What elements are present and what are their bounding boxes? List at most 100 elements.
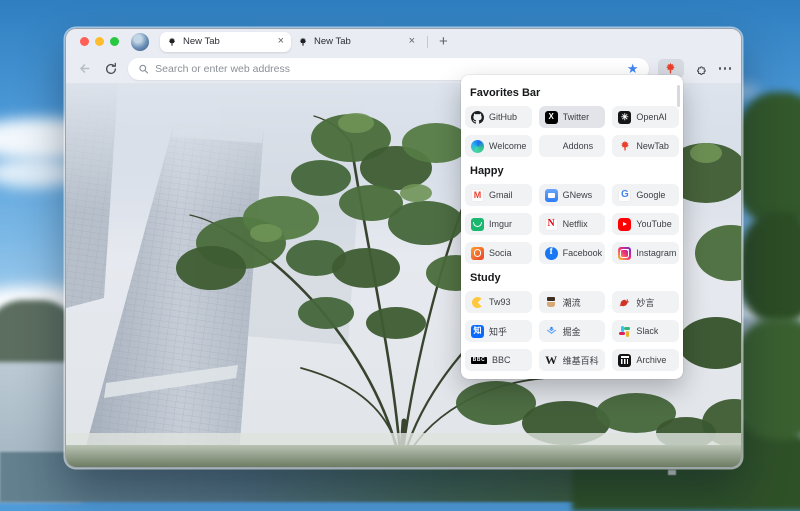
favorite-youtube[interactable]: YouTube (612, 213, 679, 235)
favorite-label: Twitter (563, 112, 590, 122)
favorite-tw93[interactable]: Tw93 (465, 291, 532, 313)
tree-foliage (738, 212, 800, 324)
favorite-juejin[interactable]: 掘金 (539, 320, 606, 342)
section-favorites-bar: Favorites Bar GitHub X Twitter ✳ OpenAI (465, 87, 679, 157)
ground-strip (66, 445, 741, 468)
favorite-imgur[interactable]: Imgur (465, 213, 532, 235)
favorite-label: 潮流 (563, 296, 581, 309)
section-title: Study (470, 272, 679, 284)
new-tab-button[interactable]: + (435, 34, 452, 49)
profile-avatar[interactable] (131, 33, 149, 51)
favorite-label: Google (636, 190, 665, 200)
favorite-slack[interactable]: Slack (612, 320, 679, 342)
tab-title: New Tab (314, 36, 405, 47)
extensions-puzzle-icon[interactable] (693, 60, 710, 77)
favorite-socia[interactable]: Socia (465, 242, 532, 264)
favorite-gnews[interactable]: GNews (539, 184, 606, 206)
favorite-twitter[interactable]: X Twitter (539, 106, 606, 128)
favorites-grid: Tw93 潮流 妙言 知 知乎 (465, 291, 679, 371)
favorites-grid: M Gmail GNews G Google Imgur N Netfl (465, 184, 679, 264)
google-news-icon (545, 189, 558, 202)
favorite-label: OpenAI (636, 112, 667, 122)
zhihu-icon: 知 (471, 325, 484, 338)
favorite-label: Tw93 (489, 297, 511, 307)
refresh-icon[interactable] (102, 60, 119, 77)
section-title: Favorites Bar (470, 87, 679, 99)
favorite-label: Imgur (489, 219, 512, 229)
google-g-icon: G (618, 189, 631, 202)
favorite-openai[interactable]: ✳ OpenAI (612, 106, 679, 128)
favorite-label: YouTube (636, 219, 671, 229)
tab-new-tab-inactive[interactable]: New Tab × (291, 32, 422, 52)
house (668, 470, 676, 475)
favorite-welcome[interactable]: Welcome (465, 135, 532, 157)
favorite-facebook[interactable]: f Facebook (539, 242, 606, 264)
favorite-archive[interactable]: Archive (612, 349, 679, 371)
favorite-zhihu[interactable]: 知 知乎 (465, 320, 532, 342)
favorite-addons[interactable]: Addons (539, 135, 606, 157)
wikipedia-w-icon: W (545, 354, 558, 367)
favorite-miaoyan[interactable]: 妙言 (612, 291, 679, 313)
tab-bar: New Tab × New Tab × + (66, 29, 741, 54)
tab-close-icon[interactable]: × (278, 36, 284, 47)
favorite-label: 知乎 (489, 325, 507, 338)
github-icon (471, 111, 484, 124)
panel-scrollbar[interactable] (677, 85, 680, 107)
instagram-icon (618, 247, 631, 260)
tree-foliage (732, 92, 800, 227)
facebook-icon: f (545, 247, 558, 260)
favorite-label: BBC (492, 355, 511, 365)
favorites-panel: Favorites Bar GitHub X Twitter ✳ OpenAI (461, 75, 683, 379)
favorite-label: 维基百科 (563, 354, 599, 367)
favorite-label: Gmail (489, 190, 513, 200)
maple-leaf-favicon (167, 37, 177, 47)
tab-title: New Tab (183, 36, 274, 47)
internet-archive-icon (618, 354, 631, 367)
favorite-label: NewTab (636, 141, 669, 151)
close-window-button[interactable] (80, 37, 89, 46)
favorite-label: Welcome (489, 141, 526, 151)
imgur-icon (471, 218, 484, 231)
gmail-icon: M (471, 189, 484, 202)
bookmark-star-icon[interactable]: ★ (627, 62, 639, 75)
minimize-window-button[interactable] (95, 37, 104, 46)
favorite-label: GNews (563, 190, 593, 200)
red-bird-icon (618, 296, 631, 309)
weibo-eye-icon (471, 247, 484, 260)
more-menu-icon[interactable] (719, 67, 732, 70)
maple-leaf-icon (618, 140, 631, 153)
microsoft-squares-icon (545, 140, 558, 153)
coffee-cup-icon (545, 296, 558, 309)
openai-icon: ✳ (618, 111, 631, 124)
favorite-gmail[interactable]: M Gmail (465, 184, 532, 206)
favorite-google[interactable]: G Google (612, 184, 679, 206)
favorite-wikipedia[interactable]: W 维基百科 (539, 349, 606, 371)
netflix-icon: N (545, 218, 558, 231)
pacman-icon (471, 296, 484, 309)
favorite-label: Netflix (563, 219, 588, 229)
favorite-label: 妙言 (636, 296, 654, 309)
favorite-label: Slack (636, 326, 658, 336)
favorite-label: 掘金 (563, 325, 581, 338)
juejin-diamond-icon (545, 325, 558, 338)
favorite-instagram[interactable]: Instagram (612, 242, 679, 264)
browser-window: New Tab × New Tab × + ★ (65, 28, 742, 468)
search-icon (138, 63, 149, 75)
back-icon[interactable] (76, 60, 93, 77)
section-study: Study Tw93 潮流 妙言 知 知乎 (465, 272, 679, 371)
section-happy: Happy M Gmail GNews G Google Imgur (465, 165, 679, 264)
section-title: Happy (470, 165, 679, 177)
twitter-x-icon: X (545, 111, 558, 124)
favorite-github[interactable]: GitHub (465, 106, 532, 128)
tab-close-icon[interactable]: × (409, 36, 415, 47)
address-input[interactable] (155, 63, 621, 75)
zoom-window-button[interactable] (110, 37, 119, 46)
favorite-bbc[interactable]: BBC BBC (465, 349, 532, 371)
favorite-newtab[interactable]: NewTab (612, 135, 679, 157)
tab-new-tab-active[interactable]: New Tab × (160, 32, 291, 52)
ground-haze (66, 433, 741, 447)
maple-leaf-favicon (298, 37, 308, 47)
favorite-label: Addons (563, 141, 594, 151)
favorite-chaoliu[interactable]: 潮流 (539, 291, 606, 313)
favorite-netflix[interactable]: N Netflix (539, 213, 606, 235)
